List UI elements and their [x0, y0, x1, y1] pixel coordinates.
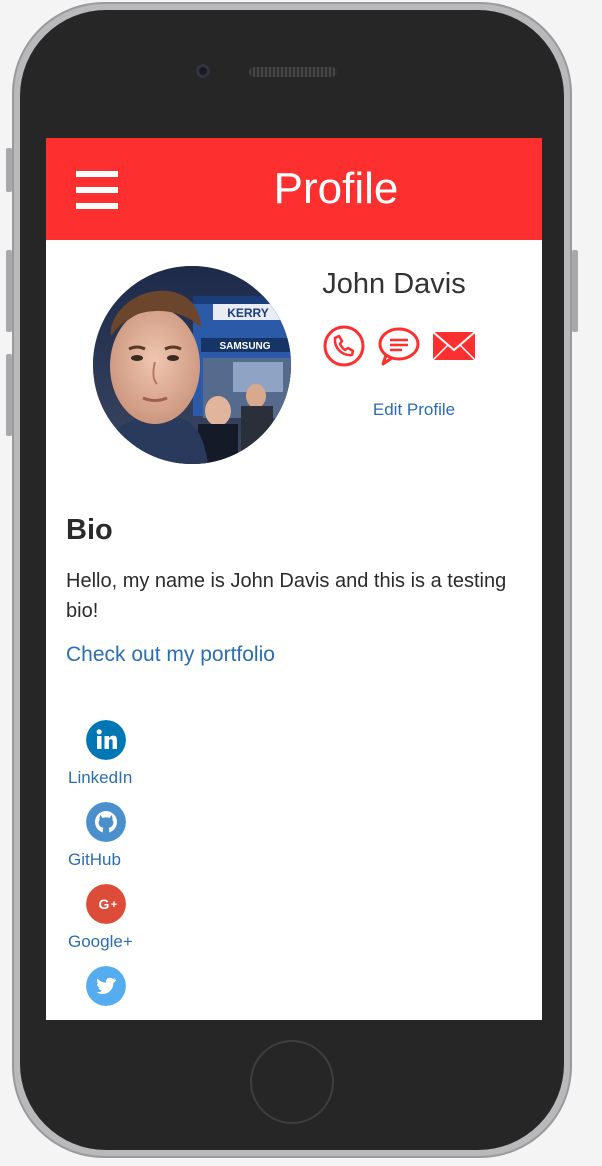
- volume-down-button: [6, 354, 12, 436]
- message-icon[interactable]: [377, 324, 421, 368]
- social-label-linkedin: LinkedIn: [68, 768, 133, 787]
- front-camera: [196, 64, 210, 78]
- google-plus-icon: G +: [86, 884, 126, 924]
- sign-samsung: SAMSUNG: [219, 341, 270, 352]
- mute-switch: [6, 148, 12, 192]
- app-header: Profile: [46, 138, 542, 240]
- bio-heading: Bio: [66, 514, 113, 546]
- earpiece-speaker: [249, 67, 337, 77]
- social-link-github[interactable]: GitHub: [68, 802, 168, 870]
- svg-text:G: G: [99, 896, 110, 912]
- phone-icon[interactable]: [322, 324, 366, 368]
- social-link-google-plus[interactable]: G + Google+: [68, 884, 168, 952]
- twitter-icon: [86, 966, 126, 1006]
- page-title: Profile: [273, 164, 399, 213]
- social-link-twitter[interactable]: [68, 966, 168, 1014]
- app-screen: Profile KERRY SAMSUNG John Davis Edit Pr…: [46, 138, 542, 1020]
- menu-icon[interactable]: [76, 171, 118, 209]
- volume-up-button: [6, 250, 12, 332]
- profile-name: John Davis: [322, 268, 466, 300]
- portfolio-link[interactable]: Check out my portfolio: [66, 643, 275, 667]
- home-button[interactable]: [250, 1040, 334, 1124]
- linkedin-icon: [86, 720, 126, 760]
- github-icon: [86, 802, 126, 842]
- bio-text: Hello, my name is John Davis and this is…: [66, 570, 507, 622]
- social-label-github: GitHub: [68, 850, 121, 869]
- avatar-photo: KERRY SAMSUNG: [93, 266, 291, 464]
- social-label-google-plus: Google+: [68, 932, 133, 951]
- sign-kerry: KERRY: [227, 306, 269, 320]
- power-button: [572, 250, 578, 332]
- email-icon[interactable]: [432, 324, 476, 368]
- edit-profile-link[interactable]: Edit Profile: [346, 400, 482, 420]
- social-link-linkedin[interactable]: LinkedIn: [68, 720, 168, 788]
- avatar: KERRY SAMSUNG: [93, 266, 291, 464]
- svg-text:+: +: [111, 899, 117, 911]
